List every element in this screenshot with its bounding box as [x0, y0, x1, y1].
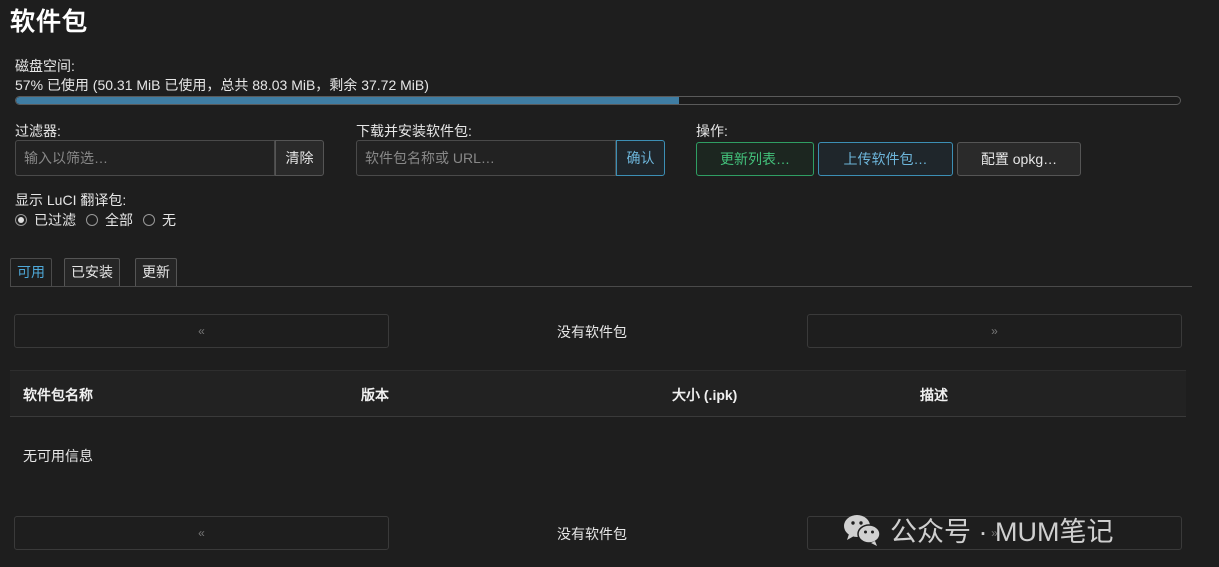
filter-label: 过滤器:: [15, 123, 61, 139]
radio-filtered[interactable]: [15, 214, 27, 226]
configure-opkg-button[interactable]: 配置 opkg…: [957, 142, 1081, 176]
package-url-input[interactable]: 软件包名称或 URL…: [356, 140, 616, 176]
col-package-name[interactable]: 软件包名称: [23, 385, 93, 405]
page-title: 软件包: [10, 8, 89, 36]
pager-status-top: 没有软件包: [557, 324, 627, 340]
watermark-text: 公众号 · MUM笔记: [890, 517, 1114, 547]
col-description[interactable]: 描述: [920, 385, 948, 405]
radio-none[interactable]: [143, 214, 155, 226]
col-size[interactable]: 大小 (.ipk): [672, 385, 737, 405]
tab-available[interactable]: 可用: [10, 258, 52, 286]
pager-next-button-top[interactable]: »: [807, 314, 1182, 348]
pager-prev-button-top[interactable]: «: [14, 314, 389, 348]
tab-divider: [10, 286, 1192, 287]
filter-input[interactable]: 输入以筛选…: [15, 140, 275, 176]
pager-prev-button-bottom[interactable]: «: [14, 516, 389, 550]
disk-usage-text: 57% 已使用 (50.31 MiB 已使用，总共 88.03 MiB，剩余 3…: [15, 77, 429, 93]
radio-filtered-label[interactable]: 已过滤: [34, 210, 76, 230]
tab-updates[interactable]: 更新: [135, 258, 177, 286]
col-version[interactable]: 版本: [361, 385, 389, 405]
clear-filter-button[interactable]: 清除: [275, 140, 324, 176]
update-lists-button[interactable]: 更新列表…: [696, 142, 814, 176]
tab-installed[interactable]: 已安装: [64, 258, 120, 286]
radio-all-label[interactable]: 全部: [105, 210, 133, 230]
radio-all[interactable]: [86, 214, 98, 226]
wechat-icon: [844, 514, 881, 546]
disk-usage-bar: [15, 96, 1181, 105]
watermark: 公众号 · MUM笔记: [842, 510, 1113, 549]
actions-label: 操作:: [696, 123, 728, 139]
confirm-install-button[interactable]: 确认: [616, 140, 665, 176]
pager-status-bottom: 没有软件包: [557, 526, 627, 542]
luci-i18n-label: 显示 LuCI 翻译包:: [15, 192, 127, 208]
radio-none-label[interactable]: 无: [162, 210, 176, 230]
table-empty-message: 无可用信息: [23, 448, 93, 464]
disk-usage-bar-fill: [16, 97, 680, 104]
luci-i18n-radio-group: 已过滤 全部 无: [15, 210, 176, 230]
package-table-header: [10, 370, 1186, 417]
download-install-label: 下载并安装软件包:: [356, 123, 472, 139]
upload-package-button[interactable]: 上传软件包…: [818, 142, 953, 176]
disk-space-label: 磁盘空间:: [15, 58, 75, 74]
